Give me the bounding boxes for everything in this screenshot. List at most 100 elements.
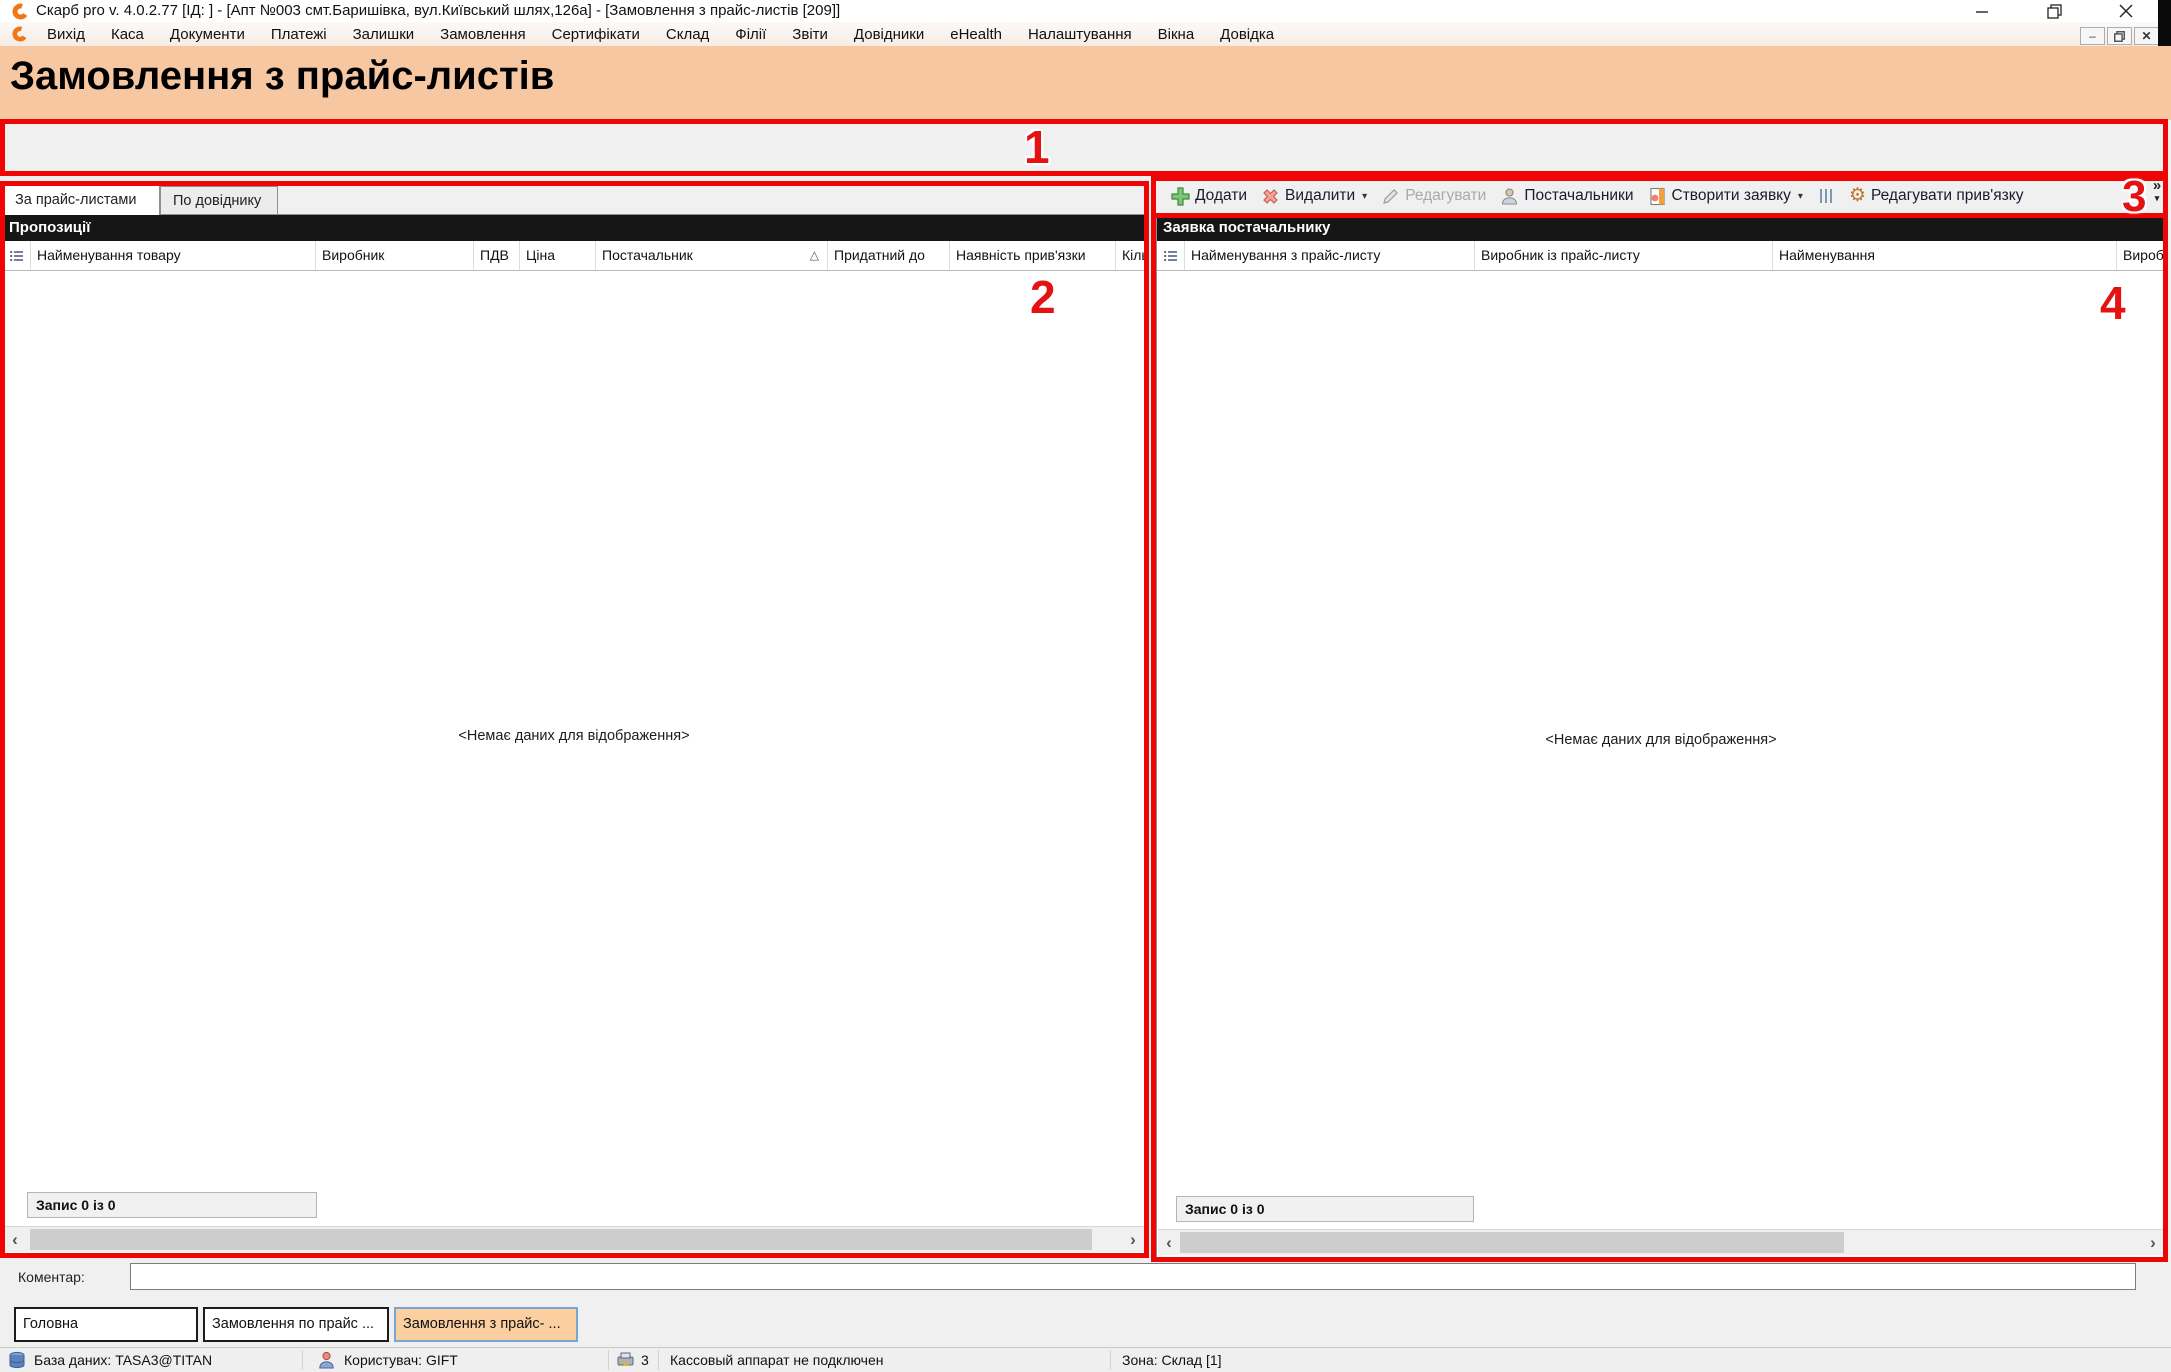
- app-window: Скарб pro v. 4.0.2.77 [ІД: ] - [Апт №003…: [0, 0, 2171, 1372]
- scroll-left-icon[interactable]: ‹: [1158, 1230, 1180, 1255]
- supplier-request-panel: Додати Видалити ▾ Редагувати Постачальни…: [1156, 178, 2166, 1260]
- request-column-headers: Найменування з прайс-листу Виробник із п…: [1157, 241, 2165, 271]
- window-title: Скарб pro v. 4.0.2.77 [ІД: ] - [Апт №003…: [36, 2, 840, 19]
- page-title: Замовлення з прайс-листів: [10, 54, 554, 99]
- column-price[interactable]: Ціна: [520, 241, 596, 270]
- database-icon: [8, 1351, 26, 1369]
- column-product-name[interactable]: Найменування товару: [31, 241, 316, 270]
- column-valid-until[interactable]: Придатний до: [828, 241, 950, 270]
- proposals-header: Пропозиції: [3, 215, 1145, 241]
- menu-windows[interactable]: Вікна: [1145, 26, 1208, 43]
- page-header: Замовлення з прайс-листів: [0, 46, 2171, 120]
- delete-button[interactable]: Видалити ▾: [1254, 187, 1374, 206]
- empty-state-text: <Немає даних для відображення>: [3, 728, 1145, 744]
- column-chooser-icon[interactable]: [1157, 241, 1185, 270]
- divider: [658, 1350, 659, 1370]
- menu-reports[interactable]: Звіти: [779, 26, 841, 43]
- taskbar-tab-home[interactable]: Головна: [14, 1307, 198, 1342]
- menu-payments[interactable]: Платежі: [258, 26, 340, 43]
- menu-help[interactable]: Довідка: [1207, 26, 1287, 43]
- menu-orders[interactable]: Замовлення: [427, 26, 538, 43]
- column-supplier[interactable]: Постачальник △: [596, 241, 828, 270]
- tab-by-directory[interactable]: По довіднику: [160, 186, 278, 216]
- close-button[interactable]: [2112, 2, 2140, 20]
- menu-directories[interactable]: Довідники: [841, 26, 937, 43]
- menu-ehealth[interactable]: eHealth: [937, 26, 1015, 43]
- column-vat[interactable]: ПДВ: [474, 241, 520, 270]
- divider: [608, 1350, 609, 1370]
- overflow-chevron-icon: »: [2149, 179, 2165, 192]
- divider: [302, 1350, 303, 1370]
- title-bar: Скарб pro v. 4.0.2.77 [ІД: ] - [Апт №003…: [0, 0, 2171, 22]
- proposals-grid: Пропозиції Найменування товару Виробник …: [2, 214, 1146, 1256]
- column-quantity[interactable]: Кількі: [1116, 241, 1145, 270]
- supplier-request-header: Заявка постачальнику: [1157, 215, 2165, 241]
- column-binding-presence[interactable]: Наявність прив'язки: [950, 241, 1116, 270]
- menu-bar: Вихід Каса Документи Платежі Залишки Зам…: [0, 22, 2171, 46]
- status-bar: База даних: TASA3@TITAN Користувач: GIFT…: [0, 1347, 2171, 1372]
- menu-branches[interactable]: Філії: [722, 26, 779, 43]
- supplier-request-toolbar: Додати Видалити ▾ Редагувати Постачальни…: [1156, 178, 2166, 214]
- scrollbar-thumb[interactable]: [30, 1229, 1092, 1250]
- gear-icon: ⚙: [1849, 187, 1866, 205]
- dropdown-arrow-icon: ▾: [2149, 192, 2165, 205]
- toolbar-overflow-button[interactable]: » ▾: [2149, 179, 2165, 211]
- menu-warehouse[interactable]: Склад: [653, 26, 722, 43]
- cash-register-status: Кассовый аппарат не подключен: [670, 1352, 884, 1368]
- column-name[interactable]: Найменування: [1773, 241, 2117, 270]
- menu-exit[interactable]: Вихід: [34, 26, 98, 43]
- sort-indicator-icon: △: [810, 248, 819, 262]
- mdi-close-button[interactable]: ✕: [2134, 27, 2159, 45]
- scroll-left-icon[interactable]: ‹: [4, 1227, 26, 1252]
- delete-x-icon: [1261, 187, 1280, 206]
- column-chooser-icon[interactable]: [3, 241, 31, 270]
- menu-documents[interactable]: Документи: [157, 26, 258, 43]
- zone-label: Зона: Склад [1]: [1122, 1352, 1222, 1368]
- menu-settings[interactable]: Налаштування: [1015, 26, 1145, 43]
- add-button[interactable]: Додати: [1164, 187, 1254, 206]
- suppliers-button[interactable]: Постачальники: [1493, 187, 1640, 206]
- edit-binding-button[interactable]: ⚙ Редагувати прив'язку: [1842, 187, 2031, 205]
- app-logo-icon: [12, 3, 29, 20]
- create-request-button[interactable]: Створити заявку ▾: [1641, 187, 1810, 206]
- columns-button[interactable]: [1810, 187, 1842, 205]
- edit-button[interactable]: Редагувати: [1374, 187, 1493, 206]
- tab-by-price-lists[interactable]: За прайс-листами: [2, 184, 160, 215]
- menu-kasa[interactable]: Каса: [98, 26, 157, 43]
- record-counter: Запис 0 із 0: [27, 1192, 317, 1218]
- app-logo-icon: [12, 26, 28, 42]
- column-manufacturer[interactable]: Виробник: [316, 241, 474, 270]
- dropdown-arrow-icon: ▾: [1362, 191, 1367, 202]
- mdi-restore-button[interactable]: [2107, 27, 2132, 45]
- user-icon: [318, 1351, 335, 1369]
- column-manufacturer[interactable]: Виробн: [2117, 241, 2165, 270]
- taskbar-tab-order-from-price[interactable]: Замовлення з прайс- ...: [394, 1307, 578, 1342]
- restore-button[interactable]: [2040, 2, 2068, 20]
- screen-edge: [2158, 0, 2171, 46]
- plus-icon: [1171, 187, 1190, 206]
- supplier-request-grid: Заявка постачальнику Найменування з прай…: [1156, 214, 2166, 1260]
- menu-certificates[interactable]: Сертифікати: [539, 26, 653, 43]
- proposals-column-headers: Найменування товару Виробник ПДВ Ціна По…: [3, 241, 1145, 271]
- filter-strip: Фільтр: Вантажоодержувач: Апт №003 пгт.Б…: [0, 120, 2171, 184]
- comment-input[interactable]: [130, 1263, 2136, 1290]
- minimize-button[interactable]: [1968, 2, 1996, 20]
- column-manufacturer-from-pricelist[interactable]: Виробник із прайс-листу: [1475, 241, 1773, 270]
- scrollbar-thumb[interactable]: [1180, 1232, 1844, 1253]
- user-label: Користувач: GIFT: [344, 1352, 458, 1368]
- database-label: База даних: TASA3@TITAN: [34, 1352, 212, 1368]
- record-counter: Запис 0 із 0: [1176, 1196, 1474, 1222]
- column-name-from-pricelist[interactable]: Найменування з прайс-листу: [1185, 241, 1475, 270]
- mdi-minimize-button[interactable]: –: [2080, 27, 2105, 45]
- price-lists-panel: За прайс-листами По довіднику Пропозиції…: [2, 184, 1146, 1256]
- person-icon: [1500, 187, 1519, 206]
- horizontal-scrollbar[interactable]: ‹ ›: [4, 1226, 1144, 1252]
- comment-label: Коментар:: [18, 1269, 85, 1285]
- printer-count: 3: [641, 1352, 649, 1368]
- pencil-icon: [1381, 187, 1400, 206]
- scroll-right-icon[interactable]: ›: [2142, 1230, 2164, 1255]
- menu-stock[interactable]: Залишки: [340, 26, 428, 43]
- taskbar-tab-order-by-price[interactable]: Замовлення по прайс ...: [203, 1307, 389, 1342]
- horizontal-scrollbar[interactable]: ‹ ›: [1158, 1229, 2164, 1255]
- scroll-right-icon[interactable]: ›: [1122, 1227, 1144, 1252]
